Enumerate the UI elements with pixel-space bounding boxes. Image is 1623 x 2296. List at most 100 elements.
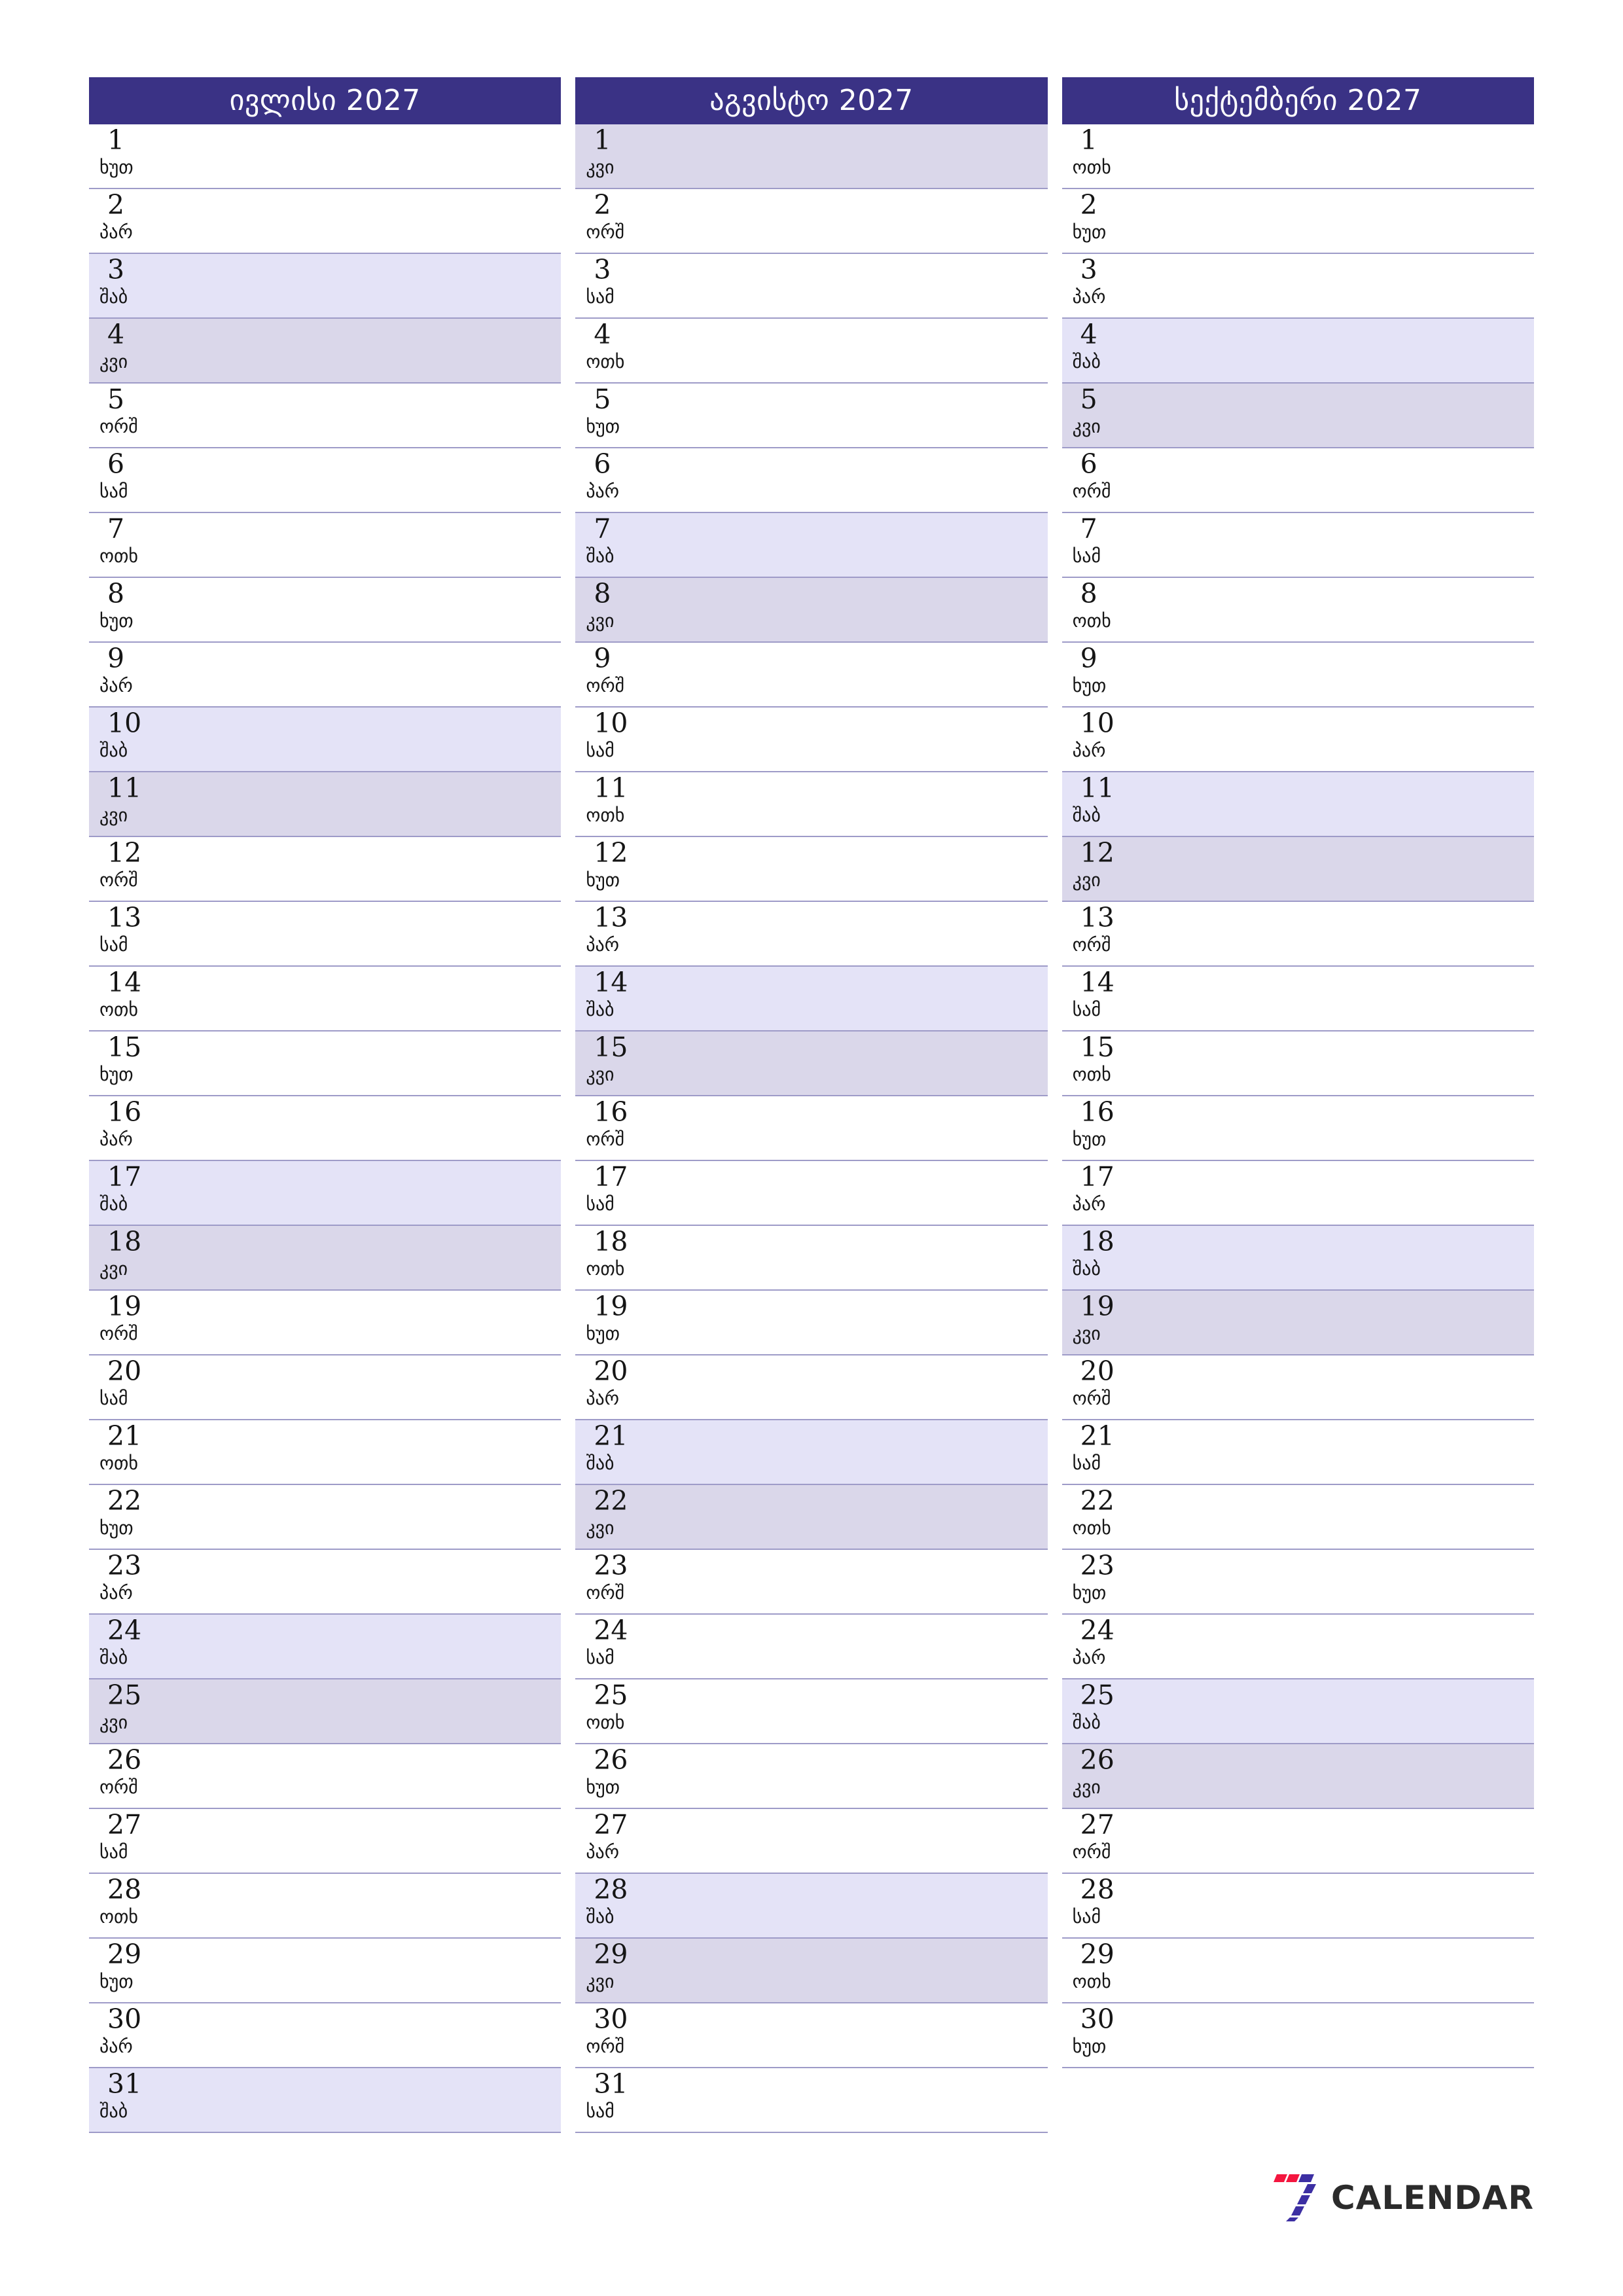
day-note-area[interactable] xyxy=(220,254,561,317)
day-note-area[interactable] xyxy=(706,1744,1047,1808)
day-row[interactable]: 10 შაბ xyxy=(89,708,562,772)
day-row[interactable]: 12 კვი xyxy=(1061,837,1534,902)
day-note-area[interactable] xyxy=(706,1161,1047,1225)
day-row[interactable]: 1 ოთხ xyxy=(1061,124,1534,189)
day-note-area[interactable] xyxy=(220,1161,561,1225)
day-row[interactable]: 24 პარ xyxy=(1061,1615,1534,1679)
day-note-area[interactable] xyxy=(706,384,1047,447)
day-note-area[interactable] xyxy=(220,513,561,577)
day-row[interactable]: 20 პარ xyxy=(575,1355,1048,1420)
day-row[interactable]: 25 ოთხ xyxy=(575,1679,1048,1744)
day-note-area[interactable] xyxy=(706,2068,1047,2132)
day-note-area[interactable] xyxy=(220,189,561,253)
day-note-area[interactable] xyxy=(220,2068,561,2132)
day-row[interactable]: 16 ხუთ xyxy=(1061,1096,1534,1161)
day-row[interactable]: 13 პარ xyxy=(575,902,1048,967)
day-row[interactable]: 25 კვი xyxy=(89,1679,562,1744)
day-note-area[interactable] xyxy=(706,1939,1047,2002)
day-note-area[interactable] xyxy=(220,124,561,188)
day-note-area[interactable] xyxy=(1193,1744,1534,1808)
day-note-area[interactable] xyxy=(1193,772,1534,836)
day-row[interactable]: 11 შაბ xyxy=(1061,772,1534,837)
day-row[interactable]: 21 შაბ xyxy=(575,1420,1048,1485)
day-note-area[interactable] xyxy=(706,967,1047,1030)
day-note-area[interactable] xyxy=(706,578,1047,641)
day-note-area[interactable] xyxy=(1193,837,1534,901)
day-note-area[interactable] xyxy=(220,1809,561,1873)
day-row[interactable]: 8 ოთხ xyxy=(1061,578,1534,643)
day-note-area[interactable] xyxy=(706,448,1047,512)
day-row[interactable]: 28 სამ xyxy=(1061,1874,1534,1939)
day-row[interactable]: 21 ოთხ xyxy=(89,1420,562,1485)
day-row[interactable]: 9 პარ xyxy=(89,643,562,708)
day-row[interactable]: 9 ხუთ xyxy=(1061,643,1534,708)
day-note-area[interactable] xyxy=(706,708,1047,771)
day-row[interactable]: 19 ორშ xyxy=(89,1291,562,1355)
day-note-area[interactable] xyxy=(220,1031,561,1095)
day-note-area[interactable] xyxy=(706,1615,1047,1678)
day-row[interactable]: 23 პარ xyxy=(89,1550,562,1615)
day-row[interactable]: 8 კვი xyxy=(575,578,1048,643)
day-note-area[interactable] xyxy=(220,1485,561,1549)
day-row[interactable]: 30 ორშ xyxy=(575,2003,1048,2068)
day-note-area[interactable] xyxy=(220,967,561,1030)
day-note-area[interactable] xyxy=(1193,254,1534,317)
day-row[interactable]: 25 შაბ xyxy=(1061,1679,1534,1744)
day-row[interactable]: 14 ოთხ xyxy=(89,967,562,1031)
day-note-area[interactable] xyxy=(706,643,1047,706)
day-note-area[interactable] xyxy=(1193,1679,1534,1743)
day-note-area[interactable] xyxy=(1193,1226,1534,1289)
day-row[interactable]: 15 ხუთ xyxy=(89,1031,562,1096)
day-note-area[interactable] xyxy=(1193,1550,1534,1613)
day-row[interactable]: 2 ხუთ xyxy=(1061,189,1534,254)
day-row[interactable]: 26 ორშ xyxy=(89,1744,562,1809)
day-row[interactable]: 31 შაბ xyxy=(89,2068,562,2133)
day-note-area[interactable] xyxy=(220,578,561,641)
day-note-area[interactable] xyxy=(706,1355,1047,1419)
day-note-area[interactable] xyxy=(1193,643,1534,706)
day-row[interactable]: 5 კვი xyxy=(1061,384,1534,448)
day-row[interactable]: 6 პარ xyxy=(575,448,1048,513)
day-note-area[interactable] xyxy=(1193,1809,1534,1873)
day-note-area[interactable] xyxy=(220,902,561,965)
day-row[interactable]: 17 შაბ xyxy=(89,1161,562,1226)
day-note-area[interactable] xyxy=(220,1355,561,1419)
day-note-area[interactable] xyxy=(1193,1874,1534,1937)
day-row[interactable]: 7 შაბ xyxy=(575,513,1048,578)
day-row[interactable]: 3 შაბ xyxy=(89,254,562,319)
day-row[interactable]: 16 პარ xyxy=(89,1096,562,1161)
day-row[interactable]: 12 ხუთ xyxy=(575,837,1048,902)
day-note-area[interactable] xyxy=(706,1485,1047,1549)
day-row[interactable]: 17 პარ xyxy=(1061,1161,1534,1226)
day-row[interactable]: 13 ორშ xyxy=(1061,902,1534,967)
day-note-area[interactable] xyxy=(1193,902,1534,965)
day-row[interactable]: 29 კვი xyxy=(575,1939,1048,2003)
day-row[interactable]: 4 შაბ xyxy=(1061,319,1534,384)
day-note-area[interactable] xyxy=(706,837,1047,901)
day-row[interactable]: 10 პარ xyxy=(1061,708,1534,772)
day-row[interactable]: 29 ოთხ xyxy=(1061,1939,1534,2003)
day-row[interactable]: 4 ოთხ xyxy=(575,319,1048,384)
day-note-area[interactable] xyxy=(1193,2003,1534,2067)
day-row[interactable]: 28 შაბ xyxy=(575,1874,1048,1939)
day-note-area[interactable] xyxy=(220,2003,561,2067)
day-note-area[interactable] xyxy=(706,189,1047,253)
day-note-area[interactable] xyxy=(706,1679,1047,1743)
day-note-area[interactable] xyxy=(1193,708,1534,771)
day-row[interactable]: 29 ხუთ xyxy=(89,1939,562,2003)
day-note-area[interactable] xyxy=(220,1874,561,1937)
day-note-area[interactable] xyxy=(220,708,561,771)
day-row[interactable]: 6 ორშ xyxy=(1061,448,1534,513)
day-row[interactable]: 14 შაბ xyxy=(575,967,1048,1031)
day-row[interactable]: 22 ხუთ xyxy=(89,1485,562,1550)
day-row[interactable]: 18 კვი xyxy=(89,1226,562,1291)
day-note-area[interactable] xyxy=(1193,1161,1534,1225)
day-note-area[interactable] xyxy=(706,2003,1047,2067)
day-note-area[interactable] xyxy=(220,1096,561,1160)
day-row[interactable]: 20 ორშ xyxy=(1061,1355,1534,1420)
day-row[interactable]: 31 სამ xyxy=(575,2068,1048,2133)
day-note-area[interactable] xyxy=(706,772,1047,836)
day-note-area[interactable] xyxy=(706,1291,1047,1354)
day-row[interactable]: 12 ორშ xyxy=(89,837,562,902)
day-row[interactable]: 14 სამ xyxy=(1061,967,1534,1031)
